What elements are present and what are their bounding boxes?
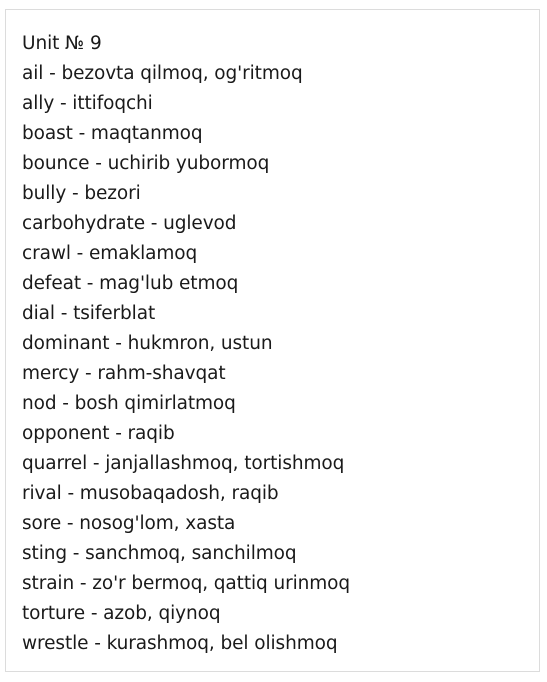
vocabulary-card: Unit № 9 ail - bezovta qilmoq, og'ritmoq… <box>5 9 540 672</box>
vocab-entry: mercy - rahm-shavqat <box>22 363 226 384</box>
vocab-entry: crawl - emaklamoq <box>22 243 198 264</box>
vocab-entry: boast - maqtanmoq <box>22 123 203 144</box>
vocab-entry: torture - azob, qiynoq <box>22 603 221 624</box>
vocab-entry: sore - nosog'lom, xasta <box>22 513 236 534</box>
vocab-entry: quarrel - janjallashmoq, tortishmoq <box>22 453 345 474</box>
vocab-entry: rival - musobaqadosh, raqib <box>22 483 279 504</box>
vocab-entry: bully - bezori <box>22 183 141 204</box>
vocab-entry: sting - sanchmoq, sanchilmoq <box>22 543 297 564</box>
vocab-entry: dominant - hukmron, ustun <box>22 333 273 354</box>
vocab-entry: opponent - raqib <box>22 423 175 444</box>
vocab-entry: carbohydrate - uglevod <box>22 213 237 234</box>
vocab-entry: ail - bezovta qilmoq, og'ritmoq <box>22 63 303 84</box>
vocab-entry: bounce - uchirib yubormoq <box>22 153 270 174</box>
vocab-entry: dial - tsiferblat <box>22 303 156 324</box>
vocab-entry: ally - ittifoqchi <box>22 93 153 114</box>
vocab-entry: wrestle - kurashmoq, bel olishmoq <box>22 633 338 654</box>
vocab-entry: strain - zo'r bermoq, qattiq urinmoq <box>22 573 351 594</box>
unit-title: Unit № 9 <box>22 33 102 54</box>
vocab-entry: nod - bosh qimirlatmoq <box>22 393 236 414</box>
vocab-entry: defeat - mag'lub etmoq <box>22 273 239 294</box>
